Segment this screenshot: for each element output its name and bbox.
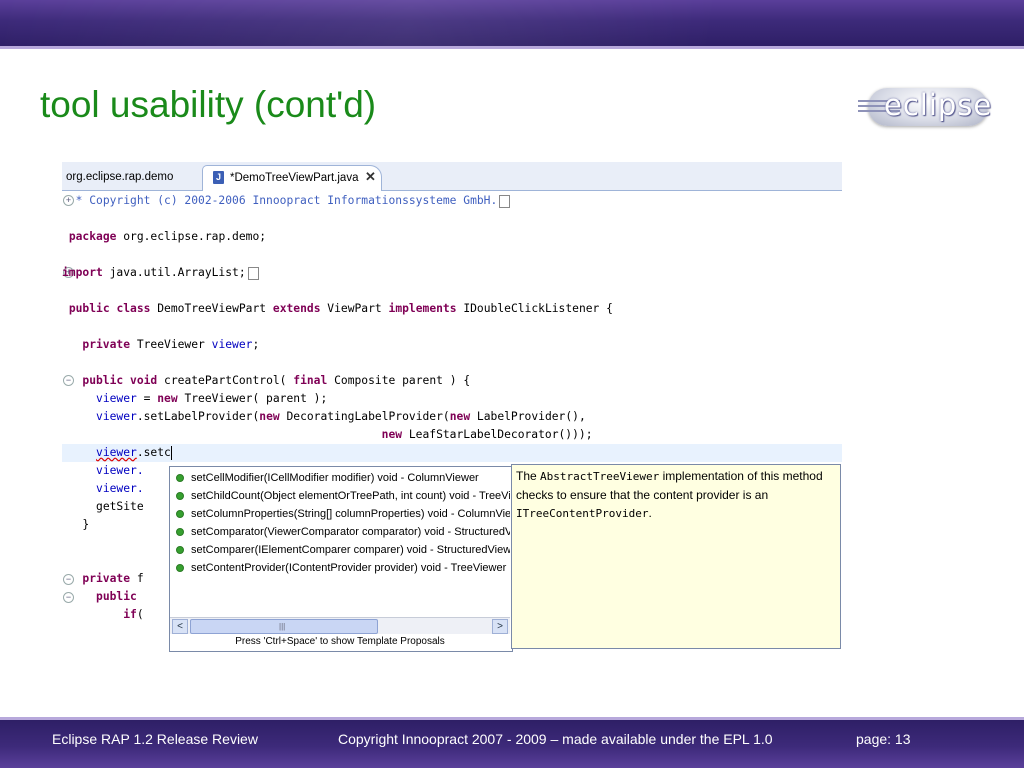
fold-marker-icon[interactable]	[499, 194, 511, 208]
code-line: import java.util.ArrayList;	[62, 264, 842, 282]
code-line: viewer.setLabelProvider(new DecoratingLa…	[96, 410, 586, 423]
completion-item[interactable]: setComparer(IElementComparer comparer) v…	[176, 541, 510, 559]
eclipse-logo: eclipse	[858, 84, 996, 134]
code-line: public void createPartControl( final Com…	[82, 374, 471, 387]
completion-item[interactable]: setChildCount(Object elementOrTreePath, …	[176, 487, 510, 505]
completion-item[interactable]: setComparator(ViewerComparator comparato…	[176, 523, 510, 541]
completion-item[interactable]: setCellModifier(ICellModifier modifier) …	[176, 469, 510, 487]
code-line: viewer = new TreeViewer( parent );	[96, 392, 328, 405]
scroll-grip-icon: |||	[279, 622, 286, 631]
slide-title: tool usability (cont'd)	[40, 84, 377, 125]
scroll-thumb[interactable]: |||	[190, 619, 378, 634]
method-icon	[176, 546, 184, 555]
top-banner	[0, 0, 1024, 46]
text-caret	[170, 446, 172, 460]
top-divider	[0, 46, 1024, 49]
logo-wordmark: eclipse	[884, 88, 993, 122]
scroll-right-button[interactable]: >	[492, 619, 508, 634]
method-icon	[176, 474, 184, 483]
code-line: new LeafStarLabelDecorator()));	[381, 428, 593, 441]
tab-org-eclipse-rap-demo[interactable]: org.eclipse.rap.demo	[66, 171, 173, 183]
horizontal-scrollbar[interactable]: < ||| >	[170, 617, 510, 634]
fold-marker-icon[interactable]	[247, 266, 259, 280]
method-icon	[176, 492, 184, 501]
footer-copyright: Copyright Innoopract 2007 - 2009 – made …	[338, 731, 773, 747]
method-icon	[176, 528, 184, 537]
current-code-line: viewer.setc	[62, 444, 842, 462]
content-assist-popup: setCellModifier(ICellModifier modifier) …	[169, 466, 513, 652]
code-line: * Copyright (c) 2002-2006 Innoopract Inf…	[62, 192, 842, 210]
tab-label: *DemoTreeViewPart.java	[230, 172, 359, 184]
close-icon[interactable]: ✕	[365, 169, 376, 185]
java-file-icon: J	[213, 171, 224, 184]
code-line: public class DemoTreeViewPart extends Vi…	[68, 302, 613, 315]
code-line: package org.eclipse.rap.demo;	[68, 230, 267, 243]
completion-item[interactable]: setContentProvider(IContentProvider prov…	[176, 559, 510, 577]
method-icon	[176, 564, 184, 573]
footer-page-number: page: 13	[856, 731, 911, 747]
method-icon	[176, 510, 184, 519]
javadoc-popup: The AbstractTreeViewer implementation of…	[511, 464, 841, 649]
code-line: private TreeViewer viewer;	[82, 338, 260, 351]
assist-hint: Press 'Ctrl+Space' to show Template Prop…	[235, 636, 445, 647]
tab-demo-tree-view-part[interactable]: J *DemoTreeViewPart.java ✕	[202, 165, 382, 191]
editor-tab-bar: org.eclipse.rap.demo J *DemoTreeViewPart…	[62, 162, 842, 191]
footer-title: Eclipse RAP 1.2 Release Review	[52, 731, 258, 747]
scroll-left-button[interactable]: <	[172, 619, 188, 634]
completion-item[interactable]: setColumnProperties(String[] columnPrope…	[176, 505, 510, 523]
